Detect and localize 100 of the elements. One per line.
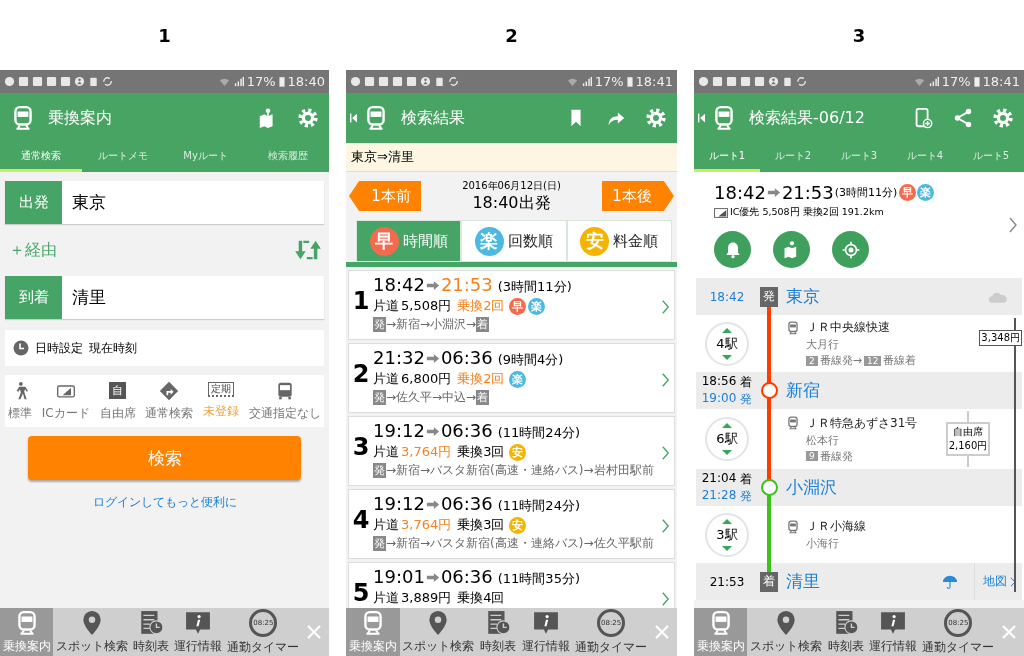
departure-time: 21:28: [701, 487, 737, 504]
option-button[interactable]: ICカード: [41, 380, 90, 422]
sort-label: 回数順: [508, 231, 553, 251]
clipboard-icon: [434, 76, 445, 87]
nav-item[interactable]: スポット検索: [53, 608, 131, 656]
alarm-button[interactable]: [714, 231, 751, 268]
close-icon[interactable]: [1001, 624, 1018, 640]
app-icon: [46, 76, 57, 87]
departure-time: 21:32: [373, 347, 425, 368]
route-info: IC優先 5,508円 乗換2回 191.2km: [730, 206, 884, 219]
battery-percent: 17%: [941, 74, 971, 89]
sort-tab[interactable]: 楽 回数順: [461, 220, 567, 262]
arrow-icon: [425, 426, 440, 437]
close-icon[interactable]: [306, 624, 322, 640]
station-name[interactable]: 東京: [786, 285, 820, 308]
seat-icon: 自: [109, 381, 127, 399]
datetime-row[interactable]: 日時設定 現在時刻: [5, 330, 324, 366]
stop-count[interactable]: 4駅: [705, 321, 749, 366]
arrival-field[interactable]: 到着 清里: [5, 276, 324, 319]
option-button[interactable]: 自 自由席: [99, 380, 136, 422]
nav-item[interactable]: 運行情報: [171, 608, 225, 656]
app-icon: [740, 76, 751, 87]
nav-item[interactable]: 時刻表: [477, 608, 519, 656]
arrow-icon: [425, 353, 440, 364]
route-stops: →佐久平→中込→: [386, 389, 477, 406]
arrival-time: 06:36: [440, 347, 493, 368]
umbrella-icon: [940, 574, 960, 589]
category-badge: 楽: [508, 370, 526, 388]
sort-label: 料金順: [613, 231, 659, 251]
wifi-icon: [566, 76, 578, 87]
fare: 3,764円: [401, 443, 452, 461]
option-button[interactable]: 標準: [8, 380, 32, 422]
option-button[interactable]: 定期 未登録: [203, 382, 240, 420]
location-icon: [840, 239, 861, 260]
close-icon[interactable]: [653, 624, 670, 640]
nav-item[interactable]: スポット検索: [747, 608, 825, 656]
category-badge: 楽: [527, 297, 545, 315]
platform-number: 9: [806, 451, 818, 461]
sync-icon: [448, 76, 459, 87]
station-name[interactable]: 小淵沢: [786, 476, 837, 499]
stop-count[interactable]: 6駅: [705, 417, 749, 461]
chat-icon: [4, 76, 15, 87]
departure-label: 発: [740, 390, 753, 408]
duration: (11時間24分): [497, 497, 580, 515]
train-icon: [786, 519, 800, 534]
down-arrow-icon: [722, 450, 732, 455]
fare-label: 片道: [373, 516, 399, 534]
field-value: 東京: [71, 191, 106, 214]
option-button[interactable]: 通常検索: [145, 380, 194, 422]
sort-tab[interactable]: 安 料金順: [566, 220, 672, 262]
back-icon[interactable]: [698, 112, 705, 124]
nav-item[interactable]: 運行情報: [518, 608, 573, 656]
train-icon: [786, 320, 800, 335]
back-icon[interactable]: [350, 112, 357, 124]
option-button[interactable]: 交通指定なし: [249, 380, 321, 422]
departure-field[interactable]: 出発 東京: [5, 181, 324, 224]
departure-time: 19:00: [701, 390, 737, 407]
app-icon: [18, 76, 29, 87]
arrival-time: 21:53: [781, 182, 834, 203]
stop-count[interactable]: 3駅: [705, 512, 749, 557]
person-icon: [74, 76, 85, 87]
battery-icon: [626, 76, 633, 87]
datetime-label: 日時設定: [35, 339, 83, 357]
platform-text: 番線着: [883, 353, 917, 368]
share-icon[interactable]: [952, 107, 974, 129]
fare: 5,508円: [401, 297, 452, 315]
arrival-time: 21:04: [701, 470, 737, 487]
departure-time: 18:42: [714, 182, 766, 203]
station-mark: 発: [373, 317, 386, 332]
station-mark: 発: [760, 286, 778, 307]
result-number: 3: [351, 433, 371, 461]
chevron-icon[interactable]: [1008, 216, 1018, 234]
train-name: ＪＲ小海線: [806, 518, 866, 535]
settings-icon[interactable]: [297, 107, 319, 129]
location-button[interactable]: [832, 231, 869, 268]
nav-item[interactable]: 時刻表: [130, 608, 172, 656]
nav-item[interactable]: 時刻表: [824, 608, 867, 656]
settings-icon[interactable]: [992, 107, 1014, 129]
arrival-time: 21:53: [440, 274, 493, 295]
screen-number: 2: [505, 23, 518, 48]
arrival-label: 着: [740, 470, 753, 488]
map-button[interactable]: [773, 231, 810, 268]
category-badge: 安: [580, 226, 610, 256]
duration: (11時間35分): [497, 570, 580, 588]
category-badge: 安: [508, 516, 526, 534]
sort-label: 時間順: [402, 231, 448, 251]
login-link[interactable]: ログインしてもっと便利に: [92, 494, 237, 511]
settings-icon[interactable]: [645, 107, 667, 129]
up-arrow-icon: [722, 423, 732, 428]
category-badge: 楽: [475, 226, 504, 256]
wifi-icon: [218, 76, 230, 87]
nav-item[interactable]: 運行情報: [866, 608, 920, 656]
app-icon: [406, 76, 417, 87]
category-badge: 早: [508, 297, 526, 315]
station-mark: 着: [760, 571, 778, 592]
station-name[interactable]: 新宿: [786, 379, 820, 402]
station-name[interactable]: 清里: [786, 570, 820, 593]
nav-item[interactable]: スポット検索: [399, 608, 478, 656]
chevron-icon: [661, 444, 670, 462]
station-mark: 発: [373, 536, 386, 551]
